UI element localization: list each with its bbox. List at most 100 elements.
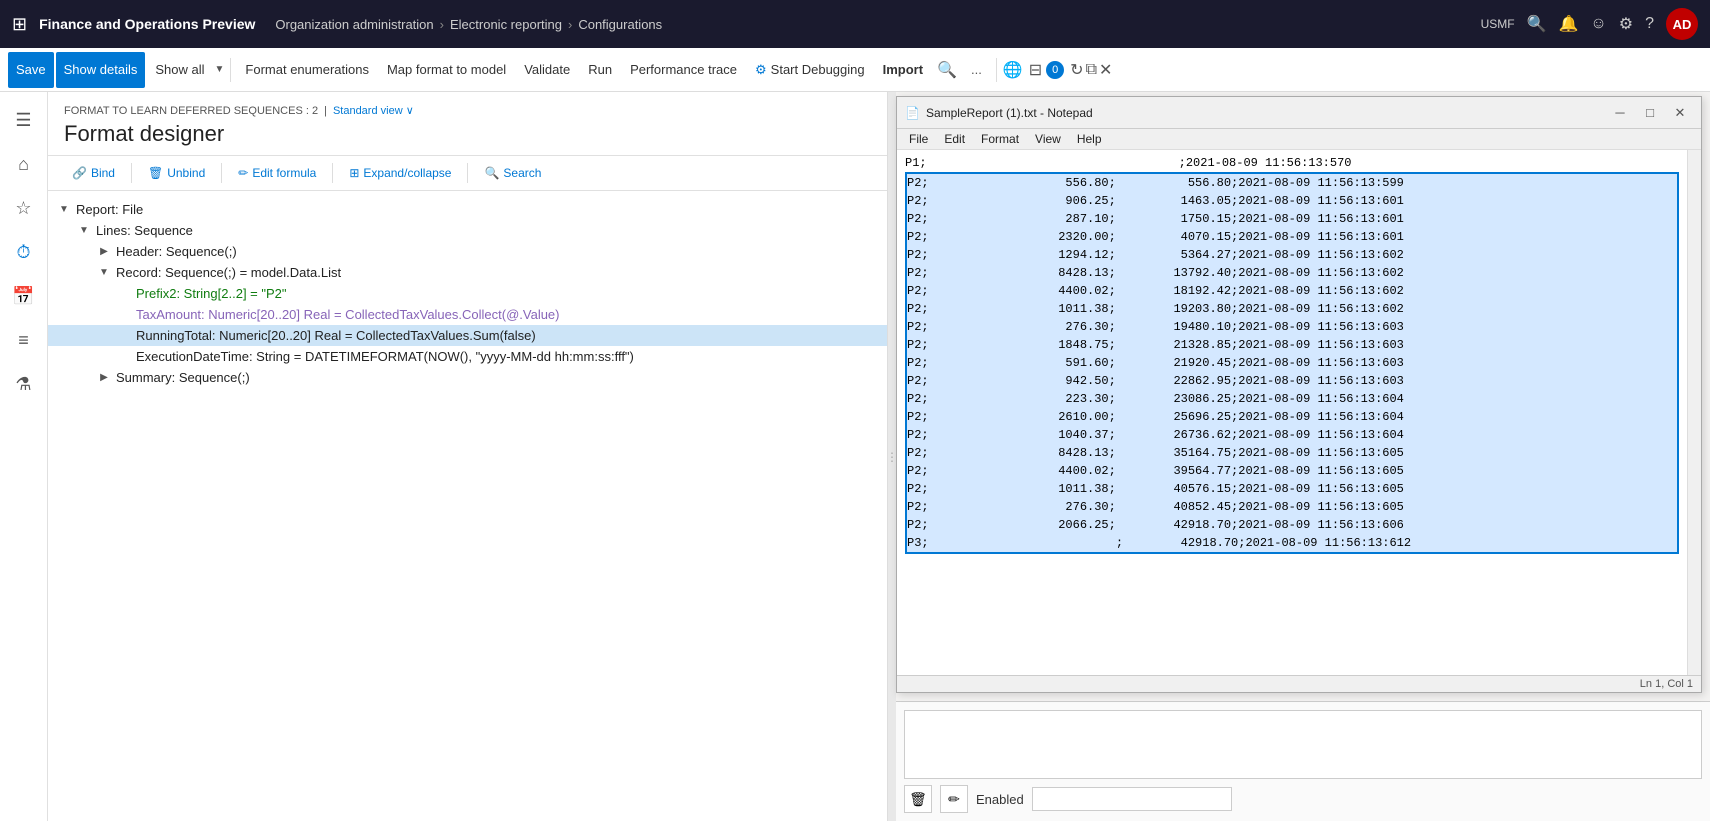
show-all-button[interactable]: Show all: [147, 52, 212, 88]
show-all-dropdown[interactable]: Show all ▼: [147, 52, 224, 88]
format-enumerations-button[interactable]: Format enumerations: [237, 52, 377, 88]
sidebar-home-icon[interactable]: ⌂: [4, 144, 44, 184]
app-grid-icon[interactable]: ⊞: [12, 14, 27, 35]
notepad-line: P2; 276.30; 40852.45;2021-08-09 11:56:13…: [905, 498, 1679, 516]
notepad-line: P2; 2610.00; 25696.25;2021-08-09 11:56:1…: [905, 408, 1679, 426]
breadcrumb: Organization administration › Electronic…: [275, 17, 1472, 32]
toolbar-globe-icon[interactable]: 🌐: [1003, 60, 1023, 80]
tree-toggle[interactable]: ▼: [56, 204, 72, 215]
toolbar-refresh-icon[interactable]: ↻: [1070, 60, 1083, 80]
tree-node-label: Prefix2: String[2..2] = "P2": [136, 286, 287, 301]
save-button[interactable]: Save: [8, 52, 54, 88]
notepad-menubar: File Edit Format View Help: [897, 129, 1701, 150]
tree-toggle[interactable]: ▼: [76, 225, 92, 236]
help-icon[interactable]: ?: [1645, 15, 1654, 33]
tree-toggle[interactable]: ▶: [96, 372, 112, 383]
notepad-line: P2; 591.60; 21920.45;2021-08-09 11:56:13…: [905, 354, 1679, 372]
unbind-button[interactable]: 🗑 Unbind: [140, 162, 213, 184]
tree-toggle[interactable]: ▶: [96, 246, 112, 257]
tree-toggle[interactable]: ▼: [96, 267, 112, 278]
expand-collapse-button[interactable]: ⊞ Expand/collapse: [341, 162, 459, 184]
notepad-titlebar: 📄 SampleReport (1).txt - Notepad ─ □ ✕: [897, 97, 1701, 129]
action-sep-2: [221, 163, 222, 183]
settings-icon[interactable]: ⚙: [1619, 14, 1633, 34]
toolbar-close-icon[interactable]: ✕: [1099, 60, 1112, 80]
menu-edit[interactable]: Edit: [936, 129, 973, 149]
tree-node[interactable]: ▼Record: Sequence(;) = model.Data.List: [48, 262, 887, 283]
validate-button[interactable]: Validate: [516, 52, 578, 88]
tree-node[interactable]: ▶Header: Sequence(;): [48, 241, 887, 262]
more-button[interactable]: ...: [963, 52, 990, 88]
breadcrumb-item-3[interactable]: Configurations: [578, 17, 662, 32]
notepad-line: P2; 556.80; 556.80;2021-08-09 11:56:13:5…: [905, 172, 1679, 192]
designer-panel: FORMAT TO LEARN DEFERRED SEQUENCES : 2 |…: [48, 92, 888, 821]
chat-icon[interactable]: ☺: [1590, 15, 1606, 33]
restore-button[interactable]: □: [1637, 102, 1663, 124]
sidebar-clock-icon[interactable]: ⏱: [4, 232, 44, 272]
expand-icon: ⊞: [349, 166, 359, 180]
notepad-line: P2; 276.30; 19480.10;2021-08-09 11:56:13…: [905, 318, 1679, 336]
breadcrumb-item-2[interactable]: Electronic reporting: [450, 17, 562, 32]
search-button[interactable]: 🔍 Search: [476, 162, 549, 184]
resize-handle[interactable]: ⋮: [888, 92, 896, 821]
notepad-line: P2; 1011.38; 40576.15;2021-08-09 11:56:1…: [905, 480, 1679, 498]
menu-file[interactable]: File: [901, 129, 936, 149]
tree-node[interactable]: RunningTotal: Numeric[20..20] Real = Col…: [48, 325, 887, 346]
import-button[interactable]: Import: [875, 52, 931, 88]
sidebar-list-icon[interactable]: ≡: [4, 320, 44, 360]
show-details-button[interactable]: Show details: [56, 52, 146, 88]
notification-icon[interactable]: 🔔: [1558, 14, 1578, 34]
search-icon[interactable]: 🔍: [1527, 14, 1547, 34]
sidebar-filter-icon[interactable]: ⚗: [4, 364, 44, 404]
view-chevron: ∨: [406, 105, 414, 117]
bottom-controls: 🗑 ✏ Enabled: [904, 785, 1702, 813]
breadcrumb-item-1[interactable]: Organization administration: [275, 17, 433, 32]
toolbar-new-window-icon[interactable]: ⧉: [1086, 61, 1097, 79]
toolbar-badge: 0: [1046, 61, 1064, 79]
toolbar-layout-icon[interactable]: ⊟: [1029, 60, 1042, 80]
tree-node[interactable]: Prefix2: String[2..2] = "P2": [48, 283, 887, 304]
bottom-text-area[interactable]: [904, 710, 1702, 779]
nav-right: USMF 🔍 🔔 ☺ ⚙ ? AD: [1481, 8, 1698, 40]
show-all-chevron[interactable]: ▼: [215, 64, 225, 75]
run-button[interactable]: Run: [580, 52, 620, 88]
standard-view-toggle[interactable]: Standard view ∨: [333, 104, 414, 117]
notepad-line: P2; 2066.25; 42918.70;2021-08-09 11:56:1…: [905, 516, 1679, 534]
left-sidebar: ☰ ⌂ ☆ ⏱ 📅 ≡ ⚗: [0, 92, 48, 821]
edit-formula-button[interactable]: ✏ Edit formula: [230, 162, 324, 184]
tree-node-label: Summary: Sequence(;): [116, 370, 250, 385]
notepad-scrollbar[interactable]: [1687, 150, 1701, 675]
bind-button[interactable]: 🔗 Bind: [64, 162, 123, 184]
sidebar-calendar-icon[interactable]: 📅: [4, 276, 44, 316]
cursor-position: Ln 1, Col 1: [1640, 678, 1693, 690]
sidebar-star-icon[interactable]: ☆: [4, 188, 44, 228]
bind-icon: 🔗: [72, 166, 87, 180]
tree-node[interactable]: ▶ Summary: Sequence(;): [48, 367, 887, 388]
start-debugging-button[interactable]: ⚙ Start Debugging: [747, 52, 873, 88]
delete-icon-btn[interactable]: 🗑: [904, 785, 932, 813]
tree-node[interactable]: TaxAmount: Numeric[20..20] Real = Collec…: [48, 304, 887, 325]
tree-node[interactable]: ExecutionDateTime: String = DATETIMEFORM…: [48, 346, 887, 367]
close-button[interactable]: ✕: [1667, 102, 1693, 124]
notepad-text[interactable]: P1; ;2021-08-09 11:56:13:570 P2; 556.80;…: [897, 150, 1687, 675]
performance-trace-button[interactable]: Performance trace: [622, 52, 745, 88]
enabled-input[interactable]: [1032, 787, 1232, 811]
menu-help[interactable]: Help: [1069, 129, 1110, 149]
menu-view[interactable]: View: [1027, 129, 1069, 149]
tree-node[interactable]: ▼Lines: Sequence: [48, 220, 887, 241]
edit-icon-btn[interactable]: ✏: [940, 785, 968, 813]
tree-node-label: ExecutionDateTime: String = DATETIMEFORM…: [136, 349, 634, 364]
designer-header: FORMAT TO LEARN DEFERRED SEQUENCES : 2 |…: [48, 92, 887, 156]
menu-format[interactable]: Format: [973, 129, 1027, 149]
notepad-statusbar: Ln 1, Col 1: [897, 675, 1701, 692]
user-badge[interactable]: AD: [1666, 8, 1698, 40]
toolbar-search-icon[interactable]: 🔍: [933, 60, 961, 80]
formula-icon: ✏: [238, 166, 248, 180]
tree-node-label: Report: File: [76, 202, 143, 217]
subtitle-text: FORMAT TO LEARN DEFERRED SEQUENCES : 2: [64, 105, 318, 117]
minimize-button[interactable]: ─: [1607, 102, 1633, 124]
map-format-button[interactable]: Map format to model: [379, 52, 514, 88]
sidebar-menu-icon[interactable]: ☰: [4, 100, 44, 140]
notepad-win-buttons: ─ □ ✕: [1607, 102, 1693, 124]
tree-node[interactable]: ▼ Report: File: [48, 199, 887, 220]
